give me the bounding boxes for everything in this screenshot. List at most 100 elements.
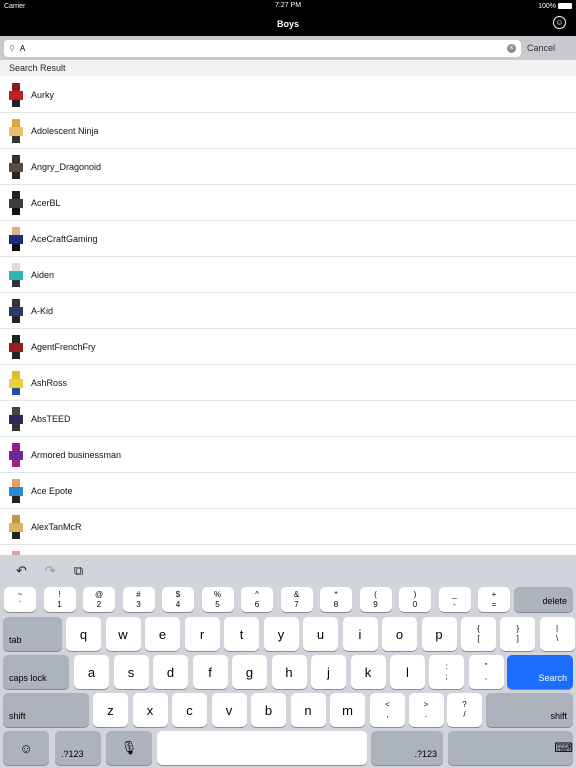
list-item[interactable]: AshRoss [0,365,576,401]
key-p[interactable]: p [421,617,457,651]
skin-avatar [9,118,23,143]
key-r[interactable]: r [184,617,220,651]
key-s[interactable]: s [113,655,149,689]
clear-icon[interactable]: × [506,43,516,53]
item-name: AcerBL [31,197,61,208]
numbers-key-left[interactable]: .?123 [55,731,101,765]
key-e[interactable]: e [145,617,180,651]
key--[interactable]: _ - [438,587,471,612]
key-sym[interactable]: | \ [539,617,575,651]
key-c[interactable]: c [172,693,207,727]
user-circle-icon[interactable]: ☺ [553,16,566,29]
key-v[interactable]: v [211,693,247,727]
skin-avatar [9,226,23,251]
key-m[interactable]: m [330,693,365,727]
status-bar: Carrier 7:27 PM 100% [0,0,576,12]
keyboard-hide-icon[interactable]: ⌨ [448,731,573,765]
key-h[interactable]: h [271,655,307,689]
key-7[interactable]: & 7 [280,587,313,612]
list-item[interactable]: Armored businessman [0,437,576,473]
key-y[interactable]: y [263,617,299,651]
key-4[interactable]: $4 [162,587,194,612]
key-sym[interactable]: }] [500,617,536,651]
key-n[interactable]: n [290,693,326,727]
keyboard-toolbar: ↶ ↷ ⧉ [0,555,576,586]
search-value[interactable]: A [20,44,502,53]
key-`[interactable]: ~ ` [4,587,36,612]
list-item[interactable]: Adolescent Ninja [0,113,576,149]
key-d[interactable]: d [153,655,188,689]
list-item[interactable]: Ace Epote [0,473,576,509]
delete-key[interactable]: delete [514,587,573,612]
list-item[interactable]: AceCraftGaming [0,221,576,257]
key-sym[interactable]: <, [370,693,405,727]
item-name: Aurky [31,89,55,100]
key-k[interactable]: k [350,655,386,689]
key-x[interactable]: x [132,693,168,727]
key-8[interactable]: * 8 [320,587,352,612]
key-sym[interactable]: {[ [461,617,496,651]
search-input[interactable]: ⚲ A × [4,39,521,57]
list-item[interactable]: Angry_Dragonoid [0,149,576,185]
list-item[interactable]: AgentFrenchFry [0,329,576,365]
space-bar[interactable] [157,731,367,765]
list-item[interactable]: A-Kid [0,293,576,329]
key-5[interactable]: % 5 [201,587,234,612]
key-a[interactable]: a [74,655,109,689]
key-sym[interactable]: ", [468,655,504,689]
shift-key-right[interactable]: shift [486,693,573,727]
item-name: Adolescent Ninja [31,125,99,136]
item-name: AshRoss [31,377,68,388]
search-key[interactable]: Search [507,655,573,689]
skin-avatar [9,370,23,395]
key-f[interactable]: f [192,655,228,689]
item-name: A-Kid [31,305,54,316]
key-t[interactable]: t [224,617,259,651]
key-3[interactable]: #3 [122,587,155,612]
nav-bar: Boys ☺ [0,12,576,36]
item-name: AbsTEED [31,413,71,424]
key-j[interactable]: j [311,655,346,689]
key-l[interactable]: l [390,655,425,689]
key-=[interactable]: + = [478,587,510,612]
key-sym[interactable]: >. [408,693,444,727]
numbers-key-right[interactable]: .?123 [371,731,443,765]
caps-lock-key[interactable]: caps lock [3,655,69,689]
skin-avatar [9,262,23,287]
key-q[interactable]: q [66,617,101,651]
key-6[interactable]: ^ 6 [241,587,273,612]
skin-avatar [9,298,23,323]
key-1[interactable]: ! 1 [43,587,76,612]
skin-avatar [9,190,23,215]
key-o[interactable]: o [382,617,417,651]
item-name: Aiden [31,269,55,280]
microphone-icon[interactable]: 🎙 [106,731,152,765]
key-z[interactable]: z [93,693,128,727]
redo-icon[interactable]: ↷ [45,563,56,579]
cancel-button[interactable]: Cancel [527,43,572,53]
key-w[interactable]: w [105,617,141,651]
key-0[interactable]: ) 0 [399,587,431,612]
list-item[interactable]: AbsTEED [0,401,576,437]
undo-icon[interactable]: ↶ [16,563,27,579]
list-item[interactable]: Aurky [0,77,576,113]
emoji-icon[interactable]: ☺ [3,731,49,765]
key-b[interactable]: b [251,693,286,727]
key-g[interactable]: g [232,655,267,689]
item-name: Armored businessman [31,449,122,460]
key-9[interactable]: (9 [359,587,392,612]
list-item[interactable]: AlexTanMcR [0,509,576,545]
key-sym[interactable]: ? / [447,693,482,727]
list-item[interactable]: AcerBL [0,185,576,221]
key-u[interactable]: u [303,617,338,651]
key-2[interactable]: @2 [83,587,115,612]
tab-key[interactable]: tab [3,617,62,651]
skin-avatar [9,514,23,539]
list-item[interactable]: Aiden [0,257,576,293]
key-i[interactable]: i [342,617,378,651]
shift-key-left[interactable]: shift [3,693,89,727]
search-bar: ⚲ A × Cancel [0,36,576,60]
paste-icon[interactable]: ⧉ [74,563,83,579]
key-sym[interactable]: :; [429,655,464,689]
keyboard: ↶ ↷ ⧉ ~ `! 1 @2 #3 $4% 5 ^ 6 & 7 * 8(9) 0 _ - + = delete tab q… [0,555,576,768]
